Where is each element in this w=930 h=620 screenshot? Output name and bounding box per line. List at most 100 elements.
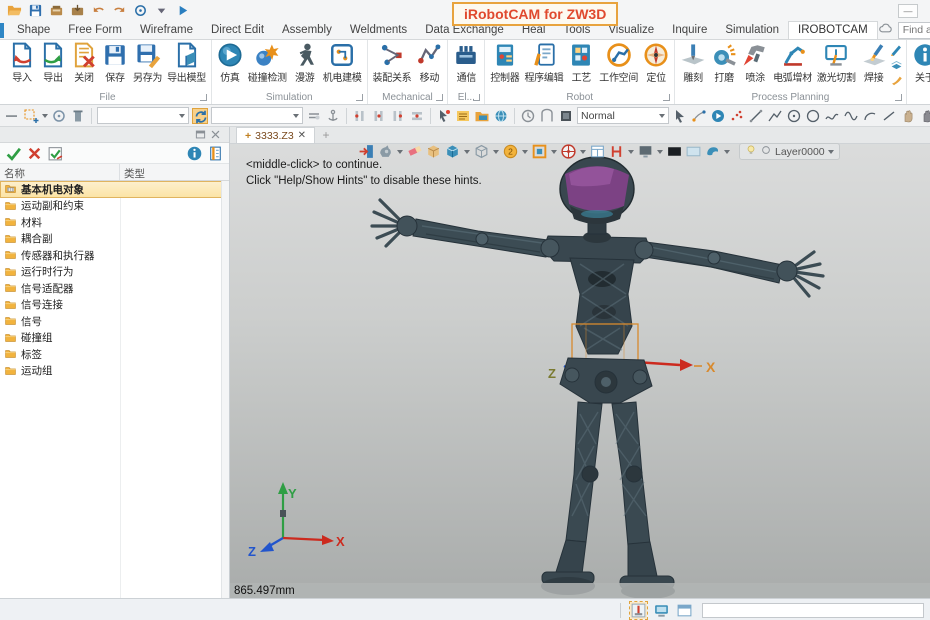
robot-model[interactable]: X Z (230, 144, 930, 598)
ribbon-button-walkthrough[interactable]: 漫游 (290, 41, 320, 85)
ribbon-button-save[interactable]: 保存 (100, 41, 130, 85)
command-search-input[interactable] (903, 24, 930, 36)
display-mode-icon[interactable] (653, 602, 670, 619)
save-icon[interactable] (27, 2, 44, 19)
menu-tab-inquire[interactable]: Inquire (663, 22, 716, 39)
statusbar-input[interactable] (702, 603, 924, 618)
exit-viewport-icon[interactable] (358, 143, 375, 160)
command-search-box[interactable] (898, 22, 930, 39)
redo-icon[interactable] (111, 2, 128, 19)
arc-icon[interactable] (862, 108, 878, 124)
node-edit-icon[interactable] (691, 108, 707, 124)
section-coin-icon[interactable]: 2 (502, 143, 519, 160)
measure-mode-icon[interactable] (630, 602, 647, 619)
dots-icon[interactable] (729, 108, 745, 124)
column-icon[interactable] (70, 108, 86, 124)
align-left-icon[interactable] (352, 108, 368, 124)
dialog-launcher-icon[interactable] (663, 94, 670, 101)
tree-column-name[interactable]: 名称 (0, 164, 120, 180)
dash-icon[interactable] (4, 108, 20, 124)
tree-row-11[interactable]: 运动组 (0, 363, 229, 380)
tree-row-9[interactable]: 碰撞组 (0, 330, 229, 347)
menu-tab-weldments[interactable]: Weldments (341, 22, 416, 39)
anchor-icon[interactable] (325, 108, 341, 124)
info-icon[interactable] (186, 145, 203, 162)
menu-tab-shape[interactable]: Shape (8, 22, 59, 39)
cancel-icon[interactable] (26, 145, 43, 162)
ribbon-button-close-doc[interactable]: 关闭 (69, 41, 99, 85)
grid-add-icon[interactable] (23, 108, 39, 124)
list-icon[interactable] (455, 108, 471, 124)
viewport-3d[interactable]: + 3333.Z3 ✕ + 2Layer0000 <middle-click> … (230, 127, 930, 598)
globe-icon[interactable] (493, 108, 509, 124)
tree-row-4[interactable]: 传感器和执行器 (0, 247, 229, 264)
menu-tab-wireframe[interactable]: Wireframe (131, 22, 202, 39)
dialog-launcher-icon[interactable] (473, 94, 480, 101)
panel-dock-icon[interactable] (195, 129, 206, 140)
tree-row-3[interactable]: 耦合副 (0, 231, 229, 248)
diag-icon[interactable] (881, 108, 897, 124)
appearance-icon[interactable] (704, 143, 721, 160)
tree-row-5[interactable]: 运行时行为 (0, 264, 229, 281)
dark-square-icon[interactable] (558, 108, 574, 124)
hint-doc-icon[interactable] (207, 145, 224, 162)
background-icon[interactable] (637, 143, 654, 160)
caret-down-icon[interactable] (580, 150, 586, 154)
hand-dark-icon[interactable] (919, 108, 930, 124)
tree-row-0[interactable]: 基本机电对象 (0, 181, 229, 198)
dialog-launcher-icon[interactable] (895, 94, 902, 101)
pick-filter-icon[interactable] (132, 2, 149, 19)
ribbon-button-positioning[interactable]: 定位 (641, 41, 671, 85)
ribbon-button-laser-cut[interactable]: 激光切割 (815, 41, 858, 85)
pick-circle-icon[interactable] (51, 108, 67, 124)
shade-box-icon[interactable] (425, 143, 442, 160)
document-tab-active[interactable]: + 3333.Z3 ✕ (236, 127, 315, 143)
align-mid-icon[interactable] (409, 108, 425, 124)
snap-mode-dropdown[interactable]: Normal (577, 107, 669, 124)
sketch-tool-b-icon[interactable] (890, 58, 903, 71)
dialog-launcher-icon[interactable] (200, 94, 207, 101)
ribbon-button-mechatronics[interactable]: 机电建模 (321, 41, 364, 85)
panel-close-icon[interactable] (210, 129, 221, 140)
caret-down-icon[interactable] (628, 150, 634, 154)
layer-dropdown[interactable]: Layer0000 (739, 143, 840, 160)
dialog-launcher-icon[interactable] (436, 94, 443, 101)
menu-tab-free-form[interactable]: Free Form (59, 22, 131, 39)
caret-down-icon[interactable] (493, 150, 499, 154)
tree-row-2[interactable]: 材料 (0, 214, 229, 231)
ribbon-button-save-as[interactable]: 另存为 (131, 41, 164, 85)
highlight-frame-icon[interactable] (531, 143, 548, 160)
hatch-icon[interactable] (608, 143, 625, 160)
undo-icon[interactable] (90, 2, 107, 19)
spline-icon[interactable] (824, 108, 840, 124)
caret-down-icon[interactable] (153, 2, 170, 19)
ribbon-button-spray[interactable]: 喷涂 (740, 41, 770, 85)
cursor-list-icon[interactable] (436, 108, 452, 124)
ribbon-button-workspace[interactable]: 工作空间 (597, 41, 640, 85)
window-icon[interactable] (589, 143, 606, 160)
ribbon-button-communication[interactable]: 通信 (451, 41, 481, 85)
tab-close-icon[interactable]: ✕ (298, 130, 306, 141)
accept-icon[interactable] (5, 145, 22, 162)
sync-icon[interactable] (192, 108, 208, 124)
ribbon-button-polish[interactable]: 打磨 (709, 41, 739, 85)
tree-scrollbar[interactable] (221, 181, 229, 598)
swatch-dark-icon[interactable] (666, 143, 683, 160)
window-mode-icon[interactable] (676, 602, 693, 619)
dialog-launcher-icon[interactable] (356, 94, 363, 101)
caret-down-icon[interactable] (657, 150, 663, 154)
align-right-icon[interactable] (390, 108, 406, 124)
sketch-tool-a-icon[interactable] (890, 43, 903, 56)
menu-tab-assembly[interactable]: Assembly (273, 22, 341, 39)
ribbon-button-controller[interactable]: 控制器 (488, 41, 521, 85)
ribbon-button-export-model[interactable]: 导出模型 (165, 41, 208, 85)
open-recent-icon[interactable] (48, 2, 65, 19)
ribbon-button-arc-additive[interactable]: 电弧增材 (771, 41, 814, 85)
menu-tab-simulation[interactable]: Simulation (716, 22, 788, 39)
caret-down-icon[interactable] (724, 150, 730, 154)
menu-tab-irobotcam[interactable]: IROBOTCAM (788, 21, 878, 39)
ribbon-button-assembly-relation[interactable]: 装配关系 (371, 41, 414, 85)
caret-down-icon[interactable] (551, 150, 557, 154)
compass-icon[interactable] (560, 143, 577, 160)
entity-filter-dropdown[interactable] (97, 107, 189, 124)
